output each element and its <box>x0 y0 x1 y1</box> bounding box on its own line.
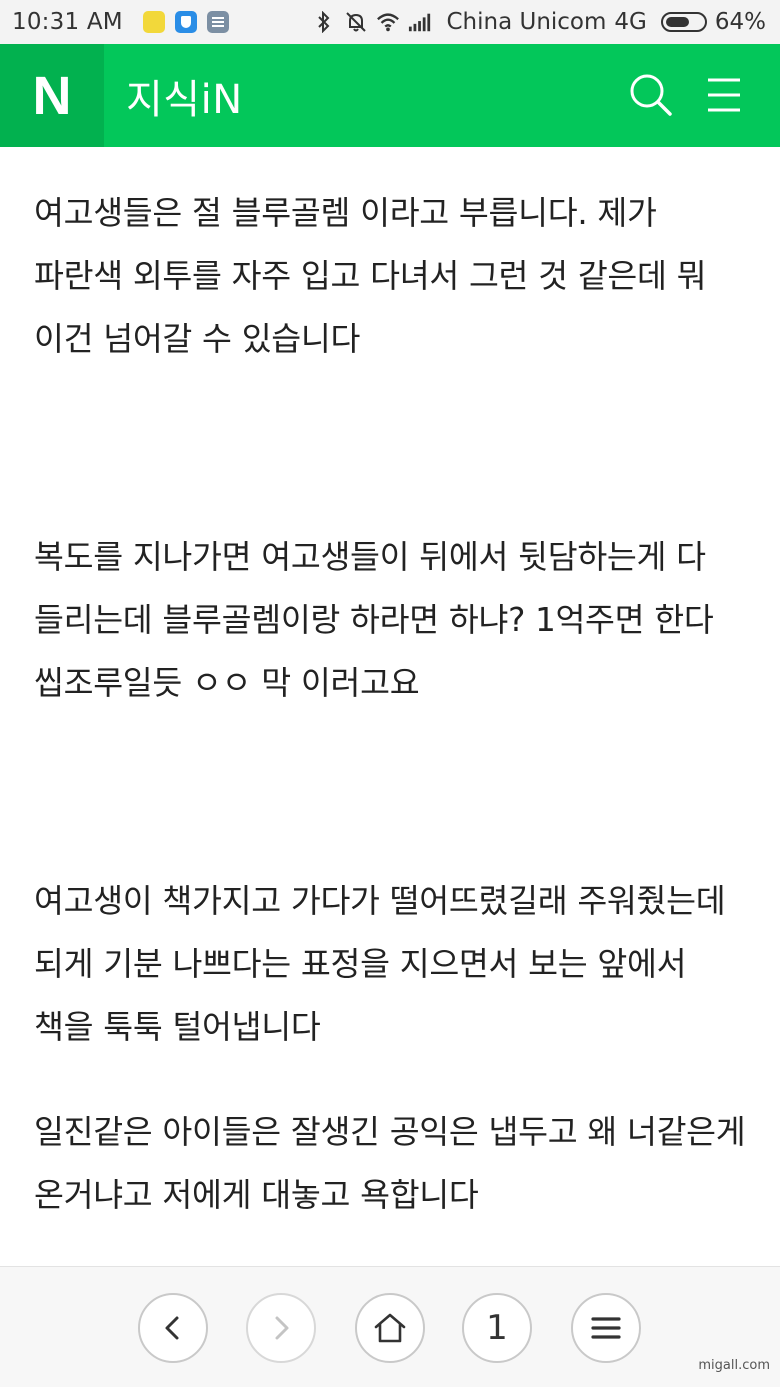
browser-menu-button[interactable] <box>571 1293 641 1363</box>
search-button[interactable] <box>628 72 674 118</box>
home-button[interactable] <box>355 1293 425 1363</box>
post-paragraph: 여고생들은 절 블루골렘 이라고 부릅니다. 제가 파란색 외투를 자주 입고 … <box>34 194 707 358</box>
message-icon <box>206 11 229 33</box>
status-time: 10:31 AM <box>12 9 123 35</box>
naver-logo-letter: N <box>32 65 72 126</box>
post-paragraph: 여고생이 책가지고 가다가 떨어뜨렸길래 주워줬는데 되게 기분 나쁘다는 표정… <box>34 882 726 1046</box>
app-header: N 지식iN <box>0 44 780 147</box>
browser-toolbar: 1 migall.com <box>0 1266 780 1387</box>
back-button[interactable] <box>138 1293 208 1363</box>
search-icon <box>630 74 672 116</box>
shield-icon <box>174 11 197 33</box>
menu-button[interactable] <box>704 72 750 118</box>
forward-icon <box>275 1316 289 1340</box>
service-title[interactable]: 지식iN <box>126 67 243 125</box>
tab-count: 1 <box>486 1308 508 1348</box>
carrier-name: China Unicom <box>446 9 607 35</box>
watermark: migall.com <box>698 1358 770 1373</box>
battery-percent: 64% <box>714 9 766 35</box>
mute-icon <box>344 10 368 34</box>
qq-music-icon <box>142 11 165 33</box>
back-icon <box>165 1316 179 1340</box>
forward-button[interactable] <box>246 1293 316 1363</box>
bluetooth-icon <box>312 10 336 34</box>
home-icon <box>374 1313 406 1343</box>
battery-level <box>665 17 689 27</box>
naver-logo[interactable]: N <box>0 44 104 147</box>
battery-icon <box>660 12 707 32</box>
tabs-button[interactable]: 1 <box>462 1293 532 1363</box>
post-body: 여고생들은 절 블루골렘 이라고 부릅니다. 제가 파란색 외투를 자주 입고 … <box>34 182 754 1227</box>
menu-icon <box>708 78 740 112</box>
post-paragraph: 복도를 지나가면 여고생들이 뒤에서 뒷담하는게 다 들리는데 블루골렘이랑 하… <box>34 538 714 702</box>
wifi-icon <box>376 10 400 34</box>
menu-icon <box>591 1317 621 1339</box>
status-bar: 10:31 AM China Unicom 4G 64% <box>0 0 780 44</box>
post-paragraph: 일진같은 아이들은 잘생긴 공익은 냅두고 왜 너같은게 온거냐고 저에게 대놓… <box>34 1113 746 1214</box>
network-type: 4G <box>614 9 647 35</box>
signal-icon <box>408 10 432 34</box>
